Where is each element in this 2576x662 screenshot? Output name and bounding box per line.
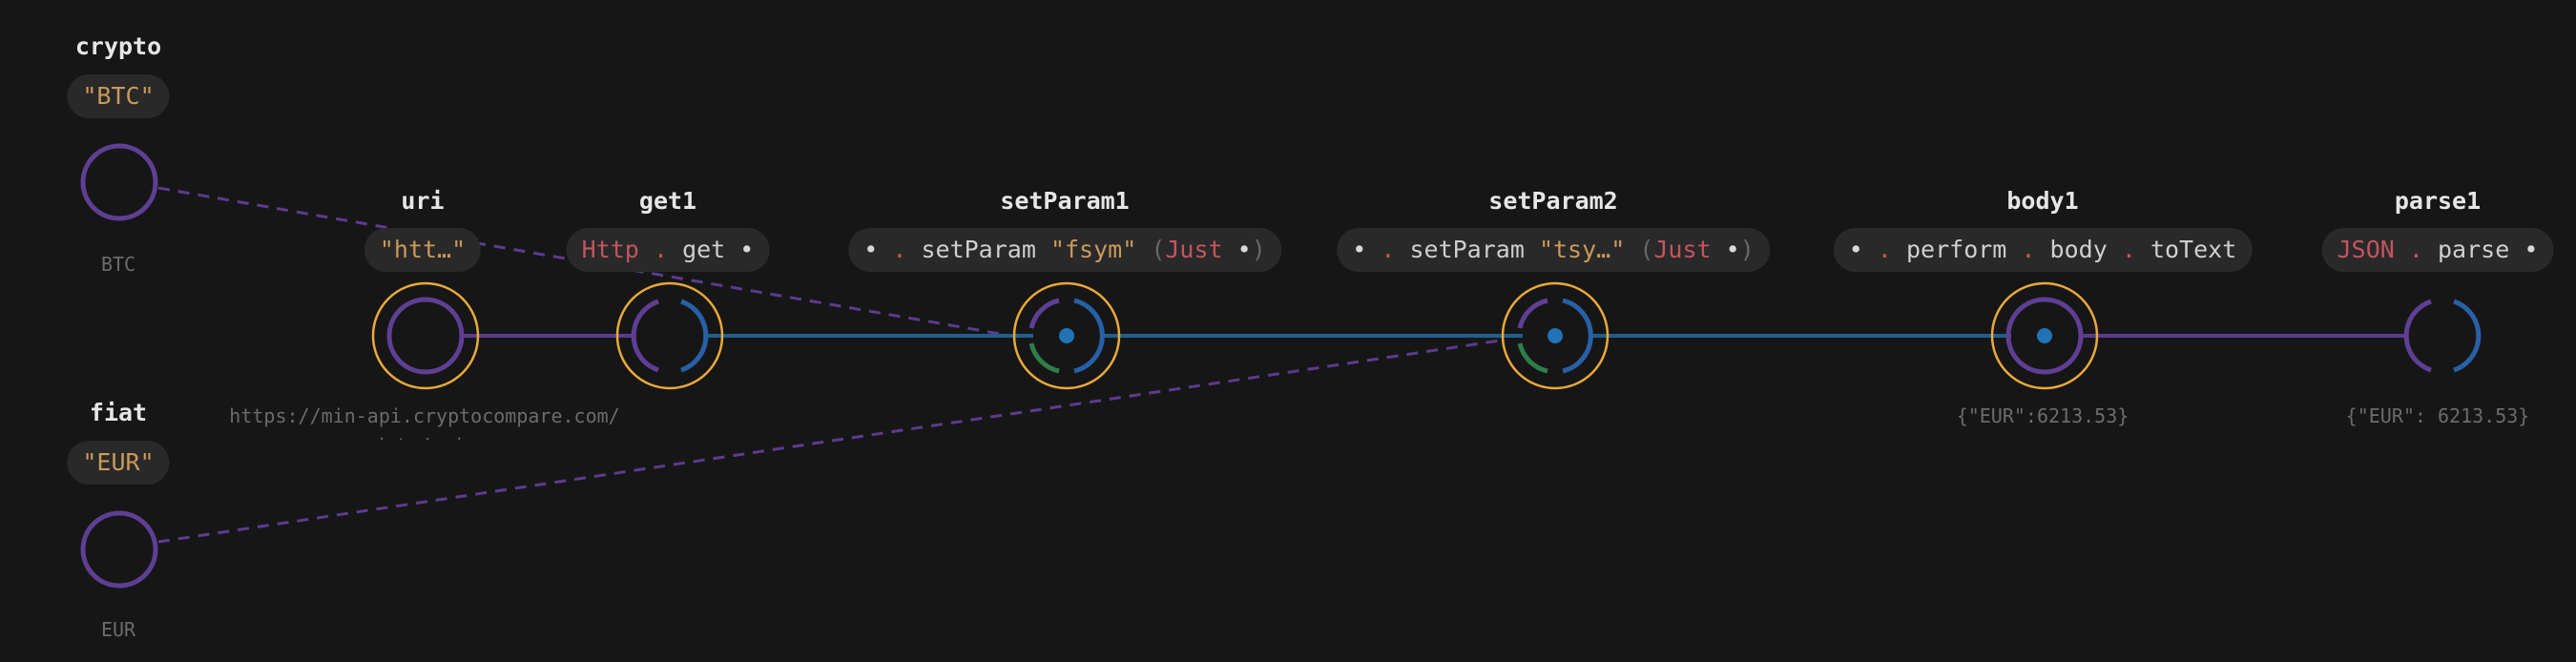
node-uri-result: https://min-api.cryptocompare.com/data/p… [229,404,620,440]
input-port-arc [2403,299,2432,373]
node-fiat-expression[interactable]: "EUR" [67,441,170,485]
operator-token: . [2408,236,2423,263]
node-center-dot [1548,328,1563,343]
paren-open: ( [1639,236,1654,263]
node-get1-expression[interactable]: Http . get • [566,228,770,272]
node-get1[interactable] [615,281,724,390]
node-fiat-name[interactable]: fiat [90,399,147,426]
node-parse1[interactable] [2403,299,2482,373]
string-literal: "tsy…" [1538,236,1626,263]
input-port-arc-bottom [1517,342,1548,374]
function-token: setParam [921,236,1036,263]
operator-token: . [653,236,668,263]
function-token: parse [2438,236,2510,263]
node-setParam1-name[interactable]: setParam1 [1000,187,1129,215]
input-port-arc [631,299,659,373]
node-uri-expression[interactable]: "htt…" [364,228,482,272]
node-fiat-result: EUR [100,618,136,641]
hole-token: • [863,236,879,263]
node-center-dot [2037,328,2052,343]
operator-token: . [1381,236,1396,263]
node-uri[interactable] [371,281,480,390]
paren-close: ) [1251,236,1266,263]
constructor-token: Http [581,236,639,263]
node-setParam2-expression[interactable]: • . setParam "tsy…" (Just •) [1337,228,1770,272]
operator-token: . [1877,236,1892,263]
node-fiat-circle[interactable] [80,510,158,589]
node-crypto-circle[interactable] [80,143,158,221]
hole-token: • [1725,236,1740,263]
node-parse1-name[interactable]: parse1 [2395,187,2481,215]
node-body1-result: {"EUR":6213.53} [1956,404,2129,427]
output-port-arc [2453,299,2482,373]
input-port-arc-bottom [1028,342,1060,374]
node-body1-expression[interactable]: • . perform . body . toText [1833,228,2253,272]
function-token: perform [1905,236,2007,263]
node-crypto-expression[interactable]: "BTC" [67,74,170,118]
string-literal: "EUR" [82,448,155,476]
node-center-dot [1059,328,1074,343]
function-token: toText [2150,236,2237,263]
constructor-token: Just [1165,236,1223,263]
hole-token: • [1848,236,1863,263]
output-port-arc [680,299,709,373]
function-token: setParam [1409,236,1525,263]
node-crypto-result: BTC [100,253,136,276]
connection-fiat-to-setParam2[interactable] [157,339,1501,544]
function-token: get [682,236,726,263]
node-parse1-expression[interactable]: JSON . parse • [2321,228,2554,272]
node-uri-name[interactable]: uri [401,187,444,215]
operator-token: . [2021,236,2036,263]
constructor-token: Just [1653,236,1712,263]
paren-close: ) [1739,236,1755,263]
node-crypto-name[interactable]: crypto [75,32,161,60]
node-parse1-result: {"EUR": 6213.53} [2345,404,2530,427]
hole-token: • [739,236,755,263]
input-port-arc-top [1517,298,1548,329]
hole-token: • [1236,236,1252,263]
hole-token: • [2524,236,2539,263]
constructor-token: JSON [2337,236,2395,263]
node-graph-canvas[interactable] [0,0,2576,662]
function-token: body [2049,236,2108,263]
hole-token: • [1352,236,1367,263]
output-port-arc [1562,298,1593,374]
string-literal: "fsym" [1049,236,1137,263]
node-setParam2-name[interactable]: setParam2 [1488,187,1617,215]
node-setParam1-expression[interactable]: • . setParam "fsym" (Just •) [848,228,1281,272]
input-port-arc-top [1028,298,1060,329]
output-port-arc [1073,298,1105,374]
string-literal: "BTC" [82,82,155,110]
node-body1[interactable] [1990,281,2099,390]
paren-open: ( [1151,236,1166,263]
operator-token: . [892,236,907,263]
operator-token: . [2121,236,2136,263]
node-get1-name[interactable]: get1 [639,187,696,215]
string-literal: "htt…" [379,236,467,263]
node-uri-circle [386,297,465,375]
node-body1-name[interactable]: body1 [2006,187,2078,215]
